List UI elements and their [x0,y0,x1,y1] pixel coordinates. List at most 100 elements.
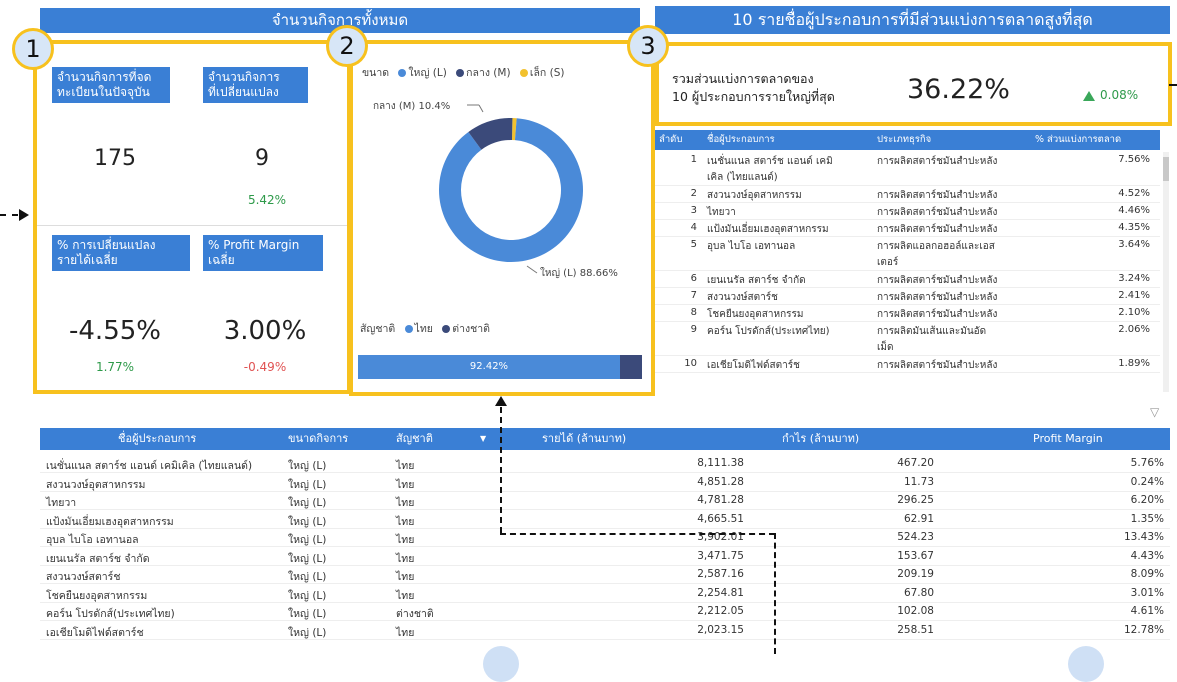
top10-row[interactable]: 9 คอร์น โปรดักส์(ประเทศไทย) การผลิตมันเส้น… [655,322,1160,356]
top10-row[interactable]: 5 อุบล ไบโอ เอทานอล การผลิตแอลกอฮอล์และเอส… [655,237,1160,271]
total-share-value: 36.22% [907,74,1010,105]
legend-dot-foreign [442,325,451,333]
btable-nation: ไทย [396,589,415,602]
size-donut-chart: กลาง (M) 10.4% ใหญ่ (L) 88.66% [373,101,618,279]
table-row[interactable]: โชคยืนยงอุตสาหกรรม ใหญ่ (L) ไทย 2,254.81 67.… [40,585,1170,603]
table-row[interactable]: เยนเนรัล สตาร์ช จำกัด ใหญ่ (L) ไทย 3,471.75… [40,548,1170,566]
table-row[interactable]: แป้งมันเอี่ยมเฮงอุตสาหกรรม ใหญ่ (L) ไทย 4,6… [40,511,1170,529]
btable-size: ใหญ่ (L) [288,571,327,583]
nation-legend: สัญชาติ ไทย ต่างชาติ [360,320,490,337]
bcol-name[interactable]: ชื่อผู้ประกอบการ [118,428,196,450]
legend-medium[interactable]: กลาง (M) [466,67,510,79]
table-row[interactable]: อุบล ไบโอ เอทานอล ใหญ่ (L) ไทย 3,902.01 524.… [40,529,1170,547]
top10-share: 1.89% [1118,358,1150,369]
btable-margin: 8.09% [1130,568,1164,580]
top10-row[interactable]: 4 แป้งมันเอี่ยมเฮงอุตสาหกรรม การผลิตสตาร์ช… [655,220,1160,237]
table-row[interactable]: สงวนวงษ์อุตสาหกรรม ใหญ่ (L) ไทย 4,851.28 11.… [40,474,1170,492]
top10-share: 4.52% [1118,188,1150,199]
btable-margin: 6.20% [1130,494,1164,506]
btable-size: ใหญ่ (L) [288,608,327,620]
top10-rank: 6 [690,273,697,284]
legend-dot-small [519,69,528,77]
btable-revenue: 2,212.05 [697,605,744,617]
top10-share: 2.10% [1118,307,1150,318]
sort-down-icon[interactable]: ▼ [480,428,486,450]
btable-revenue: 4,665.51 [697,512,744,525]
btable-revenue: 2,587.16 [697,568,744,580]
bcol-nation[interactable]: สัญชาติ [396,428,433,450]
btable-size: ใหญ่ (L) [288,478,327,491]
arrow-down-line [774,533,776,654]
top10-row[interactable]: 7 สงวนวงษ์สตาร์ช การผลิตสตาร์ชมันสำปะหลัง 2… [655,288,1160,305]
top10-name: อุบล ไบโอ เอทานอล [707,241,796,252]
marker-1: 1 [12,28,54,70]
bottom-table-body: เนชั่นแนล สตาร์ช แอนด์ เคมิเคิล (ไทยแลนด… [40,455,1170,654]
top10-row[interactable]: 8 โชคยืนยงอุตสาหกรรม การผลิตสตาร์ชมันสำปะห… [655,305,1160,322]
col-name[interactable]: ชื่อผู้ประกอบการ [707,130,775,150]
donut-label-medium: กลาง (M) 10.4% [373,101,450,112]
top10-row[interactable]: 1 เนชั่นแนล สตาร์ช แอนด์ เคมิ เคิล (ไทยแลน… [655,152,1160,186]
top10-type: การผลิตสตาร์ชมันสำปะหลัง [877,309,998,320]
table-row[interactable]: เอเชียโมดิไฟด์สตาร์ช ใหญ่ (L) ไทย 2,023.15 2… [40,622,1170,640]
top10-type: การผลิตสตาร์ชมันสำปะหลัง [877,360,998,371]
legend-thai[interactable]: ไทย [415,323,433,335]
bcol-revenue[interactable]: รายได้ (ล้านบาท) [542,428,626,450]
top10-name: สงวนวงษ์อุตสาหกรรม [707,190,802,201]
arrow-vert-line [500,407,502,533]
legend-dot-large [398,69,407,77]
bcol-size[interactable]: ขนาดกิจการ [288,428,348,450]
col-share[interactable]: % ส่วนแบ่งการตลาด [1035,130,1121,150]
col-rank[interactable]: ลำดับ [659,130,682,150]
legend-small[interactable]: เล็ก (S) [530,67,565,79]
kpi-revchange-label: % การเปลี่ยนแปลง รายได้เฉลี่ย [52,235,190,271]
table-row[interactable]: คอร์น โปรดักส์(ประเทศไทย) ใหญ่ (L) ต่างชาต… [40,603,1170,621]
btable-name: โชคยืนยงอุตสาหกรรม [46,589,148,602]
arrow-horiz-line [500,533,775,535]
btable-name: ไทยวา [46,497,77,509]
top10-table-header: ลำดับ ชื่อผู้ประกอบการ ประเภทธุรกิจ % ส่… [655,130,1160,150]
btable-profit: 153.67 [897,549,934,562]
filter-icon[interactable]: ▽ [1150,405,1159,419]
top10-row[interactable]: 2 สงวนวงษ์อุตสาหกรรม การผลิตสตาร์ชมันสำปะห… [655,186,1160,203]
btable-margin: 13.43% [1123,531,1164,543]
top10-share: 4.35% [1118,222,1150,233]
top10-type-cont: เม็ด [877,342,894,353]
btable-profit: 209.19 [897,568,934,580]
top10-row[interactable]: 10 เอเชียโมดิไฟด์สตาร์ช การผลิตสตาร์ชมันสำ… [655,356,1160,373]
size-legend: ขนาด ใหญ่ (L) กลาง (M) เล็ก (S) [362,64,564,81]
top10-scrollbar[interactable] [1163,152,1169,392]
marker-2: 2 [326,25,368,67]
arrow-up-head-icon [495,396,507,406]
top10-type: การผลิตสตาร์ชมันสำปะหลัง [877,156,998,167]
top10-rank: 9 [690,324,697,335]
top10-rank: 10 [684,358,697,369]
table-row[interactable]: ไทยวา ใหญ่ (L) ไทย 4,781.28 296.25 6.20% [40,492,1170,510]
kpi-revchange-sub: 1.77% [95,360,135,374]
btable-profit: 467.20 [897,457,934,469]
top10-rank: 1 [690,154,697,165]
top10-row[interactable]: 6 เยนเนรัล สตาร์ช จำกัด การผลิตสตาร์ชมันสำ… [655,271,1160,288]
top10-rank: 7 [690,290,697,301]
col-type[interactable]: ประเภทธุรกิจ [877,130,931,150]
btable-revenue: 3,471.75 [697,549,744,562]
top10-scroll-thumb[interactable] [1163,157,1169,181]
btable-margin: 4.43% [1130,549,1164,562]
table-row[interactable]: สงวนวงษ์สตาร์ช ใหญ่ (L) ไทย 2,587.16 209.19 8… [40,566,1170,584]
legend-foreign[interactable]: ต่างชาติ [452,323,490,335]
btable-nation: ไทย [396,515,415,528]
top10-type: การผลิตสตาร์ชมันสำปะหลัง [877,207,998,218]
top10-name-cont: เคิล (ไทยแลนด์) [707,172,778,183]
bottom-circle-deco-left [483,646,519,682]
btable-profit: 67.80 [903,586,934,599]
top10-rank: 8 [690,307,697,318]
btable-profit: 524.23 [897,531,934,543]
bcol-margin[interactable]: Profit Margin [1033,428,1103,450]
kpi-revchange-value: -4.55% [69,316,161,346]
top10-share: 3.24% [1118,273,1150,284]
table-row[interactable]: เนชั่นแนล สตาร์ช แอนด์ เคมิเคิล (ไทยแลนด… [40,455,1170,473]
top10-share: 2.06% [1118,324,1150,335]
legend-large[interactable]: ใหญ่ (L) [408,67,446,79]
btable-profit: 102.08 [897,605,934,617]
bcol-profit[interactable]: กำไร (ล้านบาท) [782,428,859,450]
top10-row[interactable]: 3 ไทยวา การผลิตสตาร์ชมันสำปะหลัง 4.46% [655,203,1160,220]
